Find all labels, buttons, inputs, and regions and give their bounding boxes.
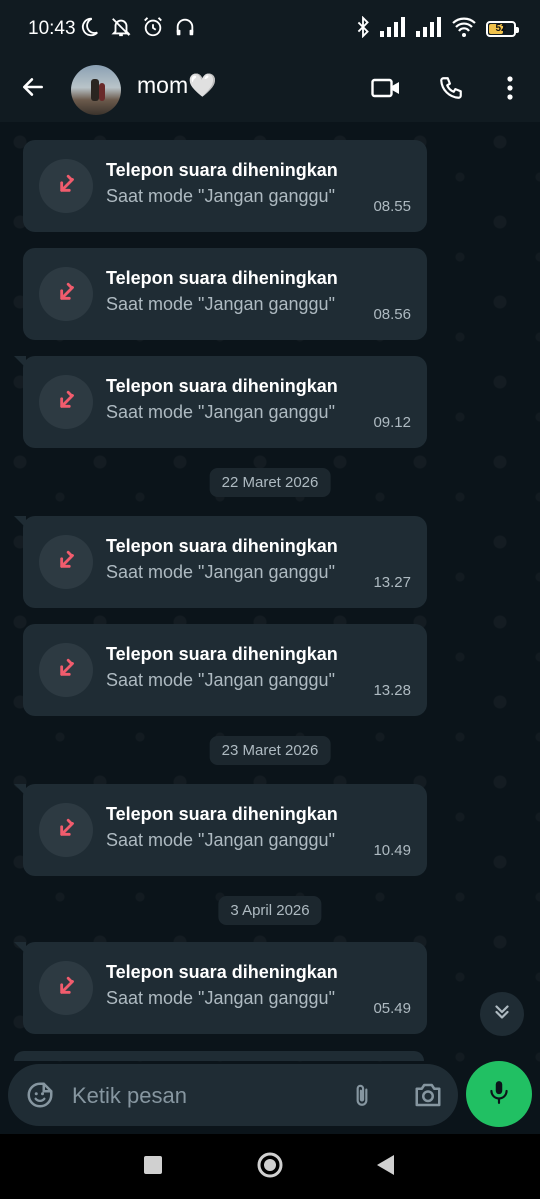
missed-call-icon (39, 535, 93, 589)
status-bar: 10:43 52 (0, 0, 540, 56)
call-message[interactable]: Telepon suara diheningkan Saat mode "Jan… (23, 624, 427, 716)
signal-icon-2 (416, 16, 442, 42)
message-time: 13.27 (373, 574, 411, 591)
message-time: 09.12 (373, 414, 411, 431)
partial-message (14, 1051, 424, 1061)
back-button[interactable] (14, 70, 52, 108)
missed-call-icon (39, 643, 93, 697)
status-icons-right: 52 (356, 15, 519, 43)
message-title: Telepon suara diheningkan (106, 268, 338, 288)
bell-off-icon (110, 16, 132, 43)
message-title: Telepon suara diheningkan (106, 376, 338, 396)
message-time: 08.56 (373, 306, 411, 323)
missed-call-icon (39, 267, 93, 321)
double-chevron-down-icon (491, 1001, 513, 1028)
call-message[interactable]: Telepon suara diheningkan Saat mode "Jan… (23, 248, 427, 340)
moon-icon (78, 16, 100, 43)
input-placeholder[interactable]: Ketik pesan (72, 1083, 187, 1109)
missed-call-icon (39, 803, 93, 857)
status-icons-left (78, 16, 196, 42)
video-camera-icon (371, 76, 401, 105)
message-title: Telepon suara diheningkan (106, 536, 338, 556)
status-time: 10:43 (28, 18, 76, 39)
battery-icon: 52 (486, 21, 519, 37)
call-message[interactable]: Telepon suara diheningkan Saat mode "Jan… (14, 516, 427, 608)
missed-call-icon (39, 159, 93, 213)
recents-button[interactable] (136, 1150, 170, 1184)
signal-icon (380, 16, 406, 42)
system-nav-bar (0, 1134, 540, 1199)
back-nav-button[interactable] (368, 1150, 402, 1184)
date-separator: 22 Maret 2026 (209, 468, 331, 497)
message-title: Telepon suara diheningkan (106, 962, 338, 982)
call-message[interactable]: Telepon suara diheningkan Saat mode "Jan… (14, 942, 427, 1034)
menu-button[interactable] (490, 70, 530, 110)
alarm-icon (142, 16, 164, 43)
arrow-left-icon (20, 74, 46, 105)
missed-call-icon (39, 375, 93, 429)
missed-call-icon (39, 961, 93, 1015)
bluetooth-icon (356, 15, 370, 43)
microphone-icon (486, 1077, 512, 1112)
voice-message-button[interactable] (466, 1061, 532, 1127)
message-time: 13.28 (373, 682, 411, 699)
call-message[interactable]: Telepon suara diheningkan Saat mode "Jan… (14, 356, 427, 448)
voice-call-button[interactable] (431, 70, 471, 110)
circle-icon (256, 1151, 284, 1184)
call-message[interactable]: Telepon suara diheningkan Saat mode "Jan… (14, 784, 427, 876)
message-title: Telepon suara diheningkan (106, 804, 338, 824)
message-time: 10.49 (373, 842, 411, 859)
message-composer: Ketik pesan (0, 1061, 540, 1134)
chat-header: mom🤍 (0, 56, 540, 122)
battery-level: 52 (495, 23, 507, 34)
message-input[interactable]: Ketik pesan (8, 1064, 458, 1126)
message-subtitle: Saat mode "Jangan ganggu" (106, 830, 335, 850)
date-separator: 23 Maret 2026 (209, 736, 331, 765)
square-icon (143, 1155, 163, 1180)
call-message[interactable]: Telepon suara diheningkan Saat mode "Jan… (23, 140, 427, 232)
sticker-icon[interactable] (22, 1077, 58, 1113)
contact-name[interactable]: mom🤍 (137, 72, 217, 99)
camera-icon[interactable] (410, 1077, 446, 1113)
message-subtitle: Saat mode "Jangan ganggu" (106, 562, 335, 582)
avatar[interactable] (71, 65, 121, 115)
message-subtitle: Saat mode "Jangan ganggu" (106, 670, 335, 690)
triangle-back-icon (374, 1153, 396, 1182)
message-subtitle: Saat mode "Jangan ganggu" (106, 402, 335, 422)
paperclip-icon[interactable] (344, 1077, 380, 1113)
message-time: 05.49 (373, 1000, 411, 1017)
wifi-icon (452, 17, 476, 42)
message-title: Telepon suara diheningkan (106, 160, 338, 180)
message-subtitle: Saat mode "Jangan ganggu" (106, 294, 335, 314)
message-title: Telepon suara diheningkan (106, 644, 338, 664)
message-subtitle: Saat mode "Jangan ganggu" (106, 988, 335, 1008)
phone-icon (438, 75, 464, 106)
message-subtitle: Saat mode "Jangan ganggu" (106, 186, 335, 206)
home-button[interactable] (253, 1150, 287, 1184)
headphones-icon (174, 16, 196, 43)
more-vertical-icon (506, 75, 514, 106)
scroll-down-button[interactable] (480, 992, 524, 1036)
date-separator: 3 April 2026 (218, 896, 322, 925)
message-time: 08.55 (373, 198, 411, 215)
video-call-button[interactable] (366, 70, 406, 110)
chat-area[interactable]: Telepon suara diheningkan Saat mode "Jan… (0, 122, 540, 1064)
